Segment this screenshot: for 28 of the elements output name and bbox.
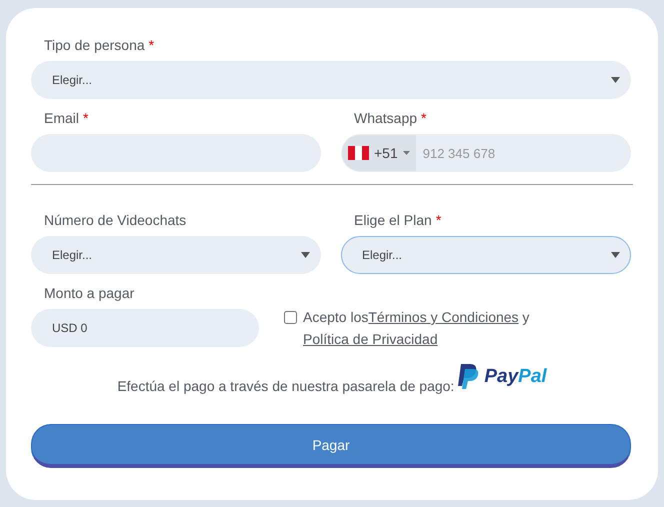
required-mark: * (436, 212, 442, 228)
field-label: Email (44, 110, 80, 126)
paypal-logo: PayPal (458, 364, 547, 390)
terms-checkbox[interactable] (284, 311, 297, 324)
field-label: Whatsapp (354, 110, 418, 126)
required-mark: * (421, 110, 426, 126)
terms-link[interactable]: Términos y Condiciones (368, 309, 519, 325)
select-field[interactable]: Elegir... (31, 236, 321, 274)
field-label: Tipo de persona (44, 37, 145, 53)
caret-icon (611, 252, 620, 258)
country-selector[interactable]: +51 (342, 135, 416, 171)
privacy-link[interactable]: Política de Privacidad (303, 331, 438, 347)
required-mark: * (83, 110, 88, 126)
payment-text: Efectúa el pago a través de nuestra pasarela de pago: (117, 378, 454, 394)
pay-button[interactable]: Pagar (31, 424, 631, 468)
field-label: Número de Videochats (44, 212, 186, 228)
caret-icon (301, 252, 310, 258)
terms-text: Acepto losTérminos y Condiciones y Política de Privacidad (303, 308, 530, 349)
phone-field[interactable]: +51 912 345 678 (341, 134, 631, 172)
field-label: Monto a pagar (44, 285, 134, 301)
caret-icon (611, 77, 620, 83)
select-field[interactable]: Elegir... (31, 61, 631, 99)
field-label: Elige el Plan (354, 212, 432, 228)
required-mark: * (148, 37, 154, 53)
flag-icon (348, 146, 369, 160)
caret-icon (402, 151, 410, 155)
input-field[interactable]: USD 0 (31, 309, 259, 347)
select-field[interactable]: Elegir... (341, 236, 631, 274)
